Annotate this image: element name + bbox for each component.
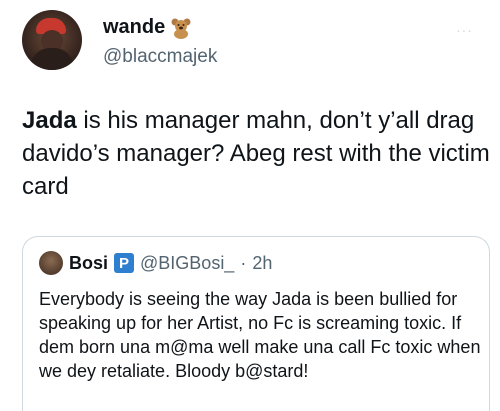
teddy-bear-icon — [170, 17, 192, 39]
quoted-author-handle[interactable]: @BIGBosi_ — [140, 253, 234, 274]
author-name-row: wande — [103, 16, 192, 39]
tweet-text: Jada is his manager mahn, don’t y’all dr… — [22, 104, 492, 203]
quoted-tweet[interactable]: Bosi P @BIGBosi_ · 2h Everybody is seein… — [22, 236, 490, 411]
author-handle[interactable]: @blaccmajek — [103, 46, 217, 68]
affiliate-badge-icon: P — [114, 253, 135, 273]
quoted-tweet-text: Everybody is seeing the way Jada is been… — [39, 289, 481, 381]
tweet-text-rest: is his manager mahn, don’t y’all drag da… — [22, 107, 490, 200]
separator-dot: · — [240, 252, 247, 273]
quoted-author-name[interactable]: Bosi — [69, 253, 108, 274]
author-avatar[interactable] — [22, 10, 82, 70]
quoted-tweet-header: Bosi P @BIGBosi_ · 2h — [39, 251, 272, 275]
quoted-timestamp[interactable]: 2h — [252, 253, 272, 274]
more-icon[interactable]: ··· — [456, 22, 473, 38]
avatar-body — [30, 48, 74, 70]
quoted-author-avatar[interactable] — [39, 251, 63, 275]
tweet-text-bold: Jada — [22, 107, 77, 134]
author-display-name[interactable]: wande — [103, 16, 165, 39]
